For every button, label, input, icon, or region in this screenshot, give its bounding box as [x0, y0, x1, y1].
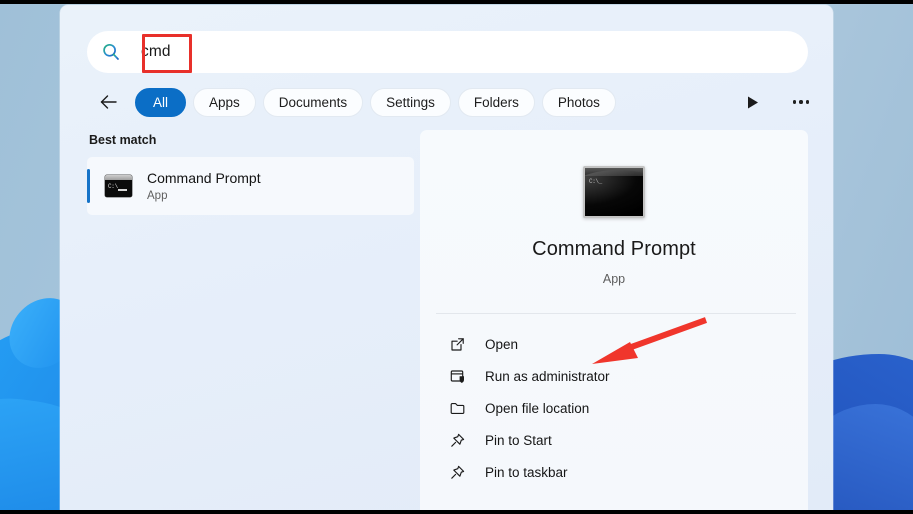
- tab-settings[interactable]: Settings: [370, 87, 451, 117]
- tab-documents[interactable]: Documents: [262, 87, 364, 117]
- preview-app-title: Command Prompt: [532, 238, 696, 260]
- tab-all[interactable]: All: [135, 87, 187, 117]
- open-external-icon: [448, 335, 466, 353]
- pin-icon: [448, 431, 466, 449]
- tab-photos[interactable]: Photos: [541, 87, 616, 117]
- search-icon: [103, 43, 119, 60]
- search-input-value: cmd: [141, 43, 171, 60]
- folder-icon: [448, 399, 466, 417]
- more-options-button[interactable]: [788, 89, 814, 115]
- result-item-text: Command Prompt App: [147, 170, 261, 202]
- preview-icon-container: C:\_: [420, 166, 808, 218]
- results-column: Best match C:\ Command Prompt App: [87, 133, 414, 215]
- result-item-command-prompt[interactable]: C:\ Command Prompt App: [87, 157, 414, 215]
- screen-edge-top: [0, 0, 913, 4]
- action-pin-to-start[interactable]: Pin to Start: [436, 424, 798, 456]
- action-pin-to-taskbar[interactable]: Pin to taskbar: [436, 456, 798, 488]
- result-item-title: Command Prompt: [147, 170, 261, 186]
- filter-tabs-bar: All Apps Documents Settings Folders Phot…: [98, 87, 820, 117]
- shield-admin-icon: [448, 367, 466, 385]
- action-open-file-location-label: Open file location: [485, 400, 590, 416]
- screen-edge-bottom: [0, 510, 913, 514]
- action-pin-to-taskbar-label: Pin to taskbar: [485, 464, 568, 480]
- tab-photos-label: Photos: [557, 94, 600, 110]
- action-open-file-location[interactable]: Open file location: [436, 392, 798, 424]
- tab-all-label: All: [153, 94, 169, 110]
- result-item-subtitle: App: [147, 190, 168, 202]
- action-open-label: Open: [485, 336, 519, 352]
- tab-settings-label: Settings: [386, 94, 435, 110]
- pin-icon: [448, 463, 466, 481]
- tab-folders-label: Folders: [473, 94, 519, 110]
- preview-divider: [436, 313, 796, 314]
- tab-folders[interactable]: Folders: [457, 87, 535, 117]
- app-preview-panel: C:\_ Command Prompt App Open Run as admi…: [420, 130, 808, 510]
- search-bar-row: cmd: [87, 31, 808, 73]
- action-pin-to-start-label: Pin to Start: [485, 432, 552, 448]
- selection-indicator: [87, 169, 90, 203]
- windows-search-panel: cmd All Apps Documents Settings Folders …: [60, 5, 833, 510]
- action-open[interactable]: Open: [436, 328, 798, 360]
- action-run-as-administrator[interactable]: Run as administrator: [436, 360, 798, 392]
- app-actions-list: Open Run as administrator Open file loca…: [436, 328, 798, 488]
- search-input[interactable]: cmd: [87, 31, 808, 73]
- tab-documents-label: Documents: [278, 94, 348, 110]
- tab-apps-label: Apps: [209, 94, 240, 110]
- command-prompt-icon: C:\: [105, 175, 132, 197]
- play-button[interactable]: [740, 89, 766, 115]
- play-icon: [748, 96, 758, 108]
- command-prompt-icon-large: C:\_: [583, 166, 645, 218]
- best-match-heading: Best match: [89, 133, 157, 147]
- preview-app-subtitle: App: [602, 272, 626, 286]
- action-run-as-administrator-label: Run as administrator: [485, 368, 610, 384]
- more-options-icon: [792, 100, 810, 104]
- back-arrow-icon[interactable]: [98, 91, 120, 113]
- tab-apps[interactable]: Apps: [193, 87, 256, 117]
